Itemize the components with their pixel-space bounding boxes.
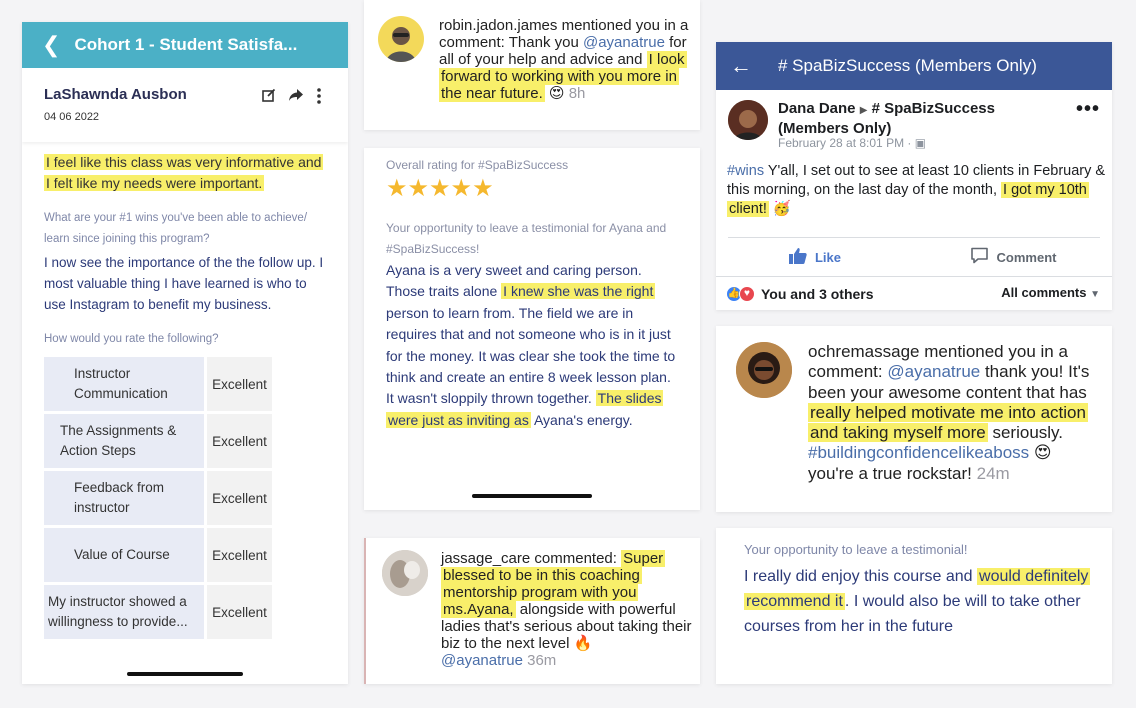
comment-card: jassage_care commented: Super blessed to… [364, 538, 700, 684]
table-row: Value of Course Excellent [44, 528, 272, 582]
question-rate: How would you rate the following? [44, 333, 219, 345]
avatar [382, 550, 428, 596]
testimonial-text: Ayana is a very sweet and caring person.… [386, 262, 676, 428]
heart-eyes-emoji: 😍 [1033, 443, 1052, 463]
post-date: February 28 at 8:01 PM [778, 136, 905, 150]
review-card: Overall rating for #SpaBizSuccess ★★★★★ … [364, 148, 700, 510]
post-author[interactable]: Dana Dane [778, 100, 856, 117]
rating-criterion: Instructor Communication [44, 357, 204, 411]
overall-rating-label: Overall rating for #SpaBizSuccess [386, 158, 569, 172]
facebook-post-card: ← # SpaBizSuccess (Members Only) Dana Da… [716, 42, 1112, 310]
fire-emoji: 🔥 [573, 635, 593, 652]
table-row: Feedback from instructor Excellent [44, 471, 272, 525]
rating-value: Excellent [204, 414, 272, 468]
table-row: Instructor Communication Excellent [44, 357, 272, 411]
mention-link[interactable]: @ayanatrue [441, 652, 523, 669]
caret-right-icon: ▶ [859, 105, 868, 116]
respondent-date: 04 06 2022 [44, 111, 100, 123]
survey-header: ❮ Cohort 1 - Student Satisfa... [22, 22, 348, 68]
feedback-quote: I feel like this class was very informat… [44, 154, 324, 191]
rating-value: Excellent [204, 528, 272, 582]
rating-value: Excellent [204, 357, 272, 411]
members-icon: ▣ [914, 136, 927, 150]
rating-value: Excellent [204, 471, 272, 525]
rating-criterion: My instructor showed a willingness to pr… [44, 585, 204, 639]
post-meta: February 28 at 8:01 PM · ▣ [778, 136, 927, 150]
avatar [728, 100, 768, 140]
hashtag-link[interactable]: #wins [727, 163, 764, 179]
mention-card: ochremassage mentioned you in a comment:… [716, 326, 1112, 512]
star-icon: ★ [429, 175, 451, 202]
testimonial-prompt: Your opportunity to leave a testimonial … [386, 221, 667, 256]
divider [728, 237, 1100, 238]
back-arrow-icon[interactable]: ❮ [42, 32, 60, 58]
chevron-down-icon: ▼ [1090, 289, 1100, 300]
survey-title: Cohort 1 - Student Satisfa... [74, 35, 298, 54]
post-body: #wins Y'all, I set out to see at least 1… [727, 163, 1106, 217]
thumbs-up-icon [788, 247, 807, 267]
mention-text: ochremassage mentioned you in a comment:… [808, 342, 1090, 483]
group-header: ← # SpaBizSuccess (Members Only) [716, 42, 1112, 90]
table-row: My instructor showed a willingness to pr… [44, 585, 272, 639]
star-icon: ★ [450, 175, 473, 202]
avatar [378, 16, 424, 62]
comment-button[interactable]: Comment [914, 244, 1112, 270]
home-indicator [472, 494, 592, 498]
answer-wins: I now see the importance of the the foll… [44, 255, 324, 312]
group-title: # SpaBizSuccess (Members Only) [778, 56, 1037, 75]
post-actions: Like Comment [716, 244, 1112, 270]
reactions-text: You and 3 others [761, 285, 874, 302]
home-indicator [127, 672, 243, 676]
party-face-emoji: 🥳 [772, 201, 791, 217]
rating-criterion: Feedback from instructor [44, 471, 204, 525]
table-row: The Assignments & Action Steps Excellent [44, 414, 272, 468]
testimonial-card: Your opportunity to leave a testimonial!… [716, 528, 1112, 684]
mention-link[interactable]: @ayanatrue [887, 362, 980, 381]
survey-panel: ❮ Cohort 1 - Student Satisfa... LaShawnd… [22, 22, 348, 684]
star-icon: ★ [472, 175, 494, 202]
star-rating: ★★★★★ [386, 174, 494, 203]
star-icon: ★ [407, 175, 430, 202]
post-author-line: Dana Dane ▶ # SpaBizSuccess (Members Onl… [778, 100, 1038, 138]
all-comments-dropdown[interactable]: All comments ▼ [1001, 285, 1100, 300]
comment-text: jassage_care commented: Super blessed to… [441, 550, 692, 669]
question-wins: What are your #1 wins you've been able t… [44, 212, 308, 245]
rating-criterion: Value of Course [44, 528, 204, 582]
love-reaction-icon: ♥ [739, 285, 755, 302]
respondent-bar: LaShawnda Ausbon 04 06 2022 [22, 68, 348, 142]
more-horizontal-icon[interactable]: ••• [1076, 98, 1100, 121]
heart-eyes-emoji: 😍 [548, 85, 565, 102]
comment-bubble-icon [970, 247, 989, 267]
like-button[interactable]: Like [716, 244, 914, 270]
hashtag-link[interactable]: #buildingconfidencelikeaboss [808, 443, 1029, 462]
mention-link[interactable]: @ayanatrue [583, 34, 665, 51]
testimonial-label: Your opportunity to leave a testimonial! [744, 542, 968, 557]
rating-value: Excellent [204, 585, 272, 639]
star-icon: ★ [386, 175, 408, 202]
notification-text: robin.jadon.james mentioned you in a com… [439, 17, 689, 102]
edit-icon[interactable] [262, 88, 276, 109]
ratings-table: Instructor Communication Excellent The A… [44, 354, 272, 642]
back-arrow-icon[interactable]: ← [730, 53, 752, 79]
rating-criterion: The Assignments & Action Steps [44, 414, 204, 468]
avatar [736, 342, 792, 398]
notification-card: robin.jadon.james mentioned you in a com… [364, 0, 700, 130]
share-icon[interactable] [288, 88, 304, 109]
testimonial-text: I really did enjoy this course and would… [744, 568, 1091, 635]
more-vertical-icon[interactable] [316, 88, 322, 109]
